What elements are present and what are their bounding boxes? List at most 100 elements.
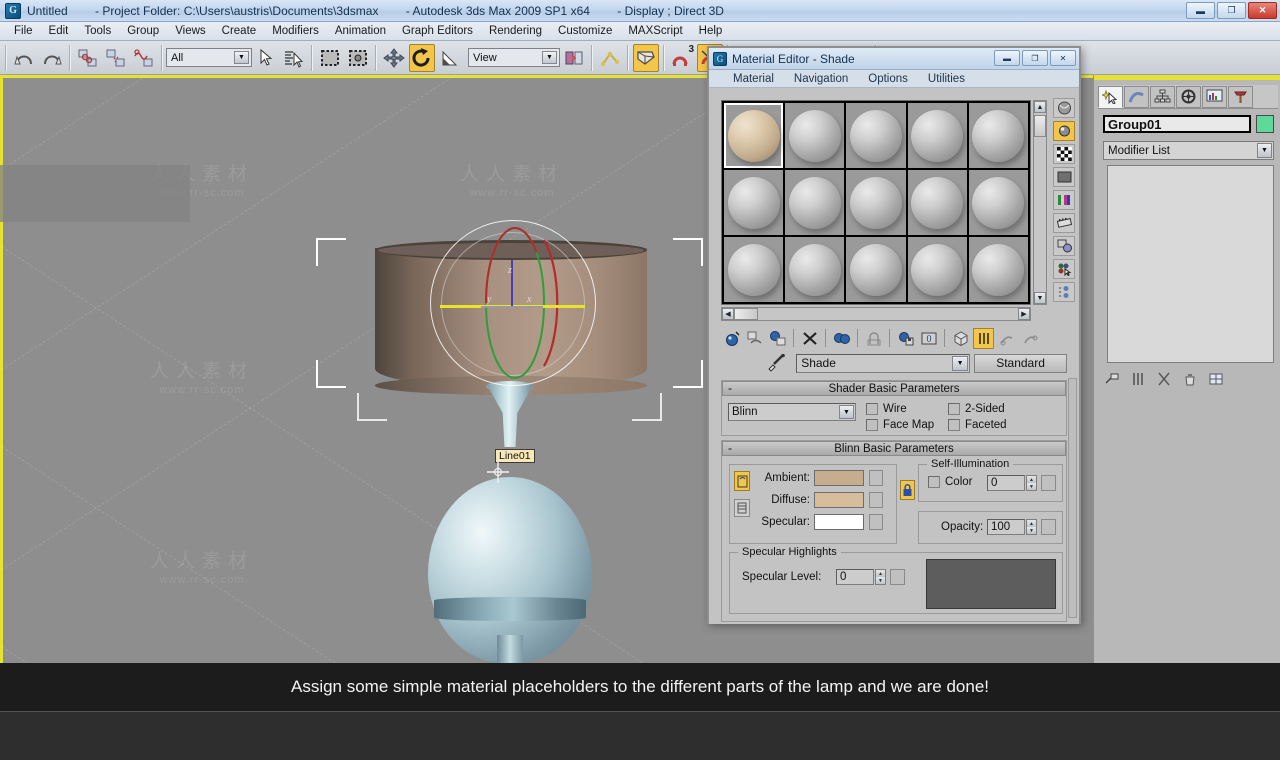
make-material-copy-icon[interactable] <box>831 328 852 349</box>
opacity-map-button[interactable] <box>1041 519 1056 535</box>
wire-checkbox[interactable] <box>866 403 878 415</box>
specular-level-spinner[interactable]: ▲ ▼ <box>875 569 886 585</box>
sample-type-icon[interactable] <box>1053 98 1075 118</box>
material-slot-5[interactable] <box>968 103 1028 168</box>
opacity-value-field[interactable]: 100 <box>987 519 1025 535</box>
rectangular-selection-region-icon[interactable] <box>317 44 343 72</box>
scroll-right-button[interactable]: ▶ <box>1018 308 1030 320</box>
me-menu-options[interactable]: Options <box>858 73 918 85</box>
pick-material-from-object-icon[interactable] <box>721 354 792 372</box>
lamp-stem-mesh[interactable] <box>497 635 523 663</box>
material-slot-1[interactable] <box>724 103 784 168</box>
object-color-swatch[interactable] <box>1256 115 1274 133</box>
self-illum-map-button[interactable] <box>1041 475 1056 491</box>
menu-item-edit[interactable]: Edit <box>41 24 77 38</box>
self-illum-color-checkbox-row[interactable]: Color <box>928 476 972 488</box>
snaps-toggle-icon[interactable] <box>633 43 659 72</box>
sample-uv-tiling-icon[interactable] <box>1053 167 1075 187</box>
specular-level-map-button[interactable] <box>890 569 905 585</box>
material-editor-minimize-button[interactable]: ▬ <box>994 50 1020 66</box>
go-forward-to-sibling-icon[interactable] <box>1019 328 1040 349</box>
material-slot-14[interactable] <box>907 237 967 302</box>
sidebar-item-utilities[interactable] <box>1228 85 1253 108</box>
chevron-down-icon[interactable]: ▼ <box>542 51 557 64</box>
face-map-checkbox-row[interactable]: Face Map <box>866 419 942 431</box>
self-illum-color-checkbox[interactable] <box>928 476 940 488</box>
get-material-icon[interactable] <box>721 328 742 349</box>
self-illum-value-field[interactable]: 0 <box>987 475 1025 491</box>
sidebar-item-display[interactable] <box>1202 85 1227 108</box>
material-map-navigator-icon[interactable] <box>1053 282 1075 302</box>
bind-to-space-warp-icon[interactable] <box>131 44 157 72</box>
backlight-icon[interactable] <box>1053 121 1075 141</box>
wire-checkbox-row[interactable]: Wire <box>866 403 942 415</box>
two-sided-checkbox[interactable] <box>948 403 960 415</box>
menu-item-graph-editors[interactable]: Graph Editors <box>394 24 481 38</box>
select-and-scale-icon[interactable] <box>437 44 463 72</box>
material-slot-12[interactable] <box>785 237 845 302</box>
diffuse-specular-lock-button[interactable] <box>734 499 750 517</box>
sidebar-item-modify[interactable] <box>1124 85 1149 108</box>
select-and-manipulate-icon[interactable] <box>597 44 623 72</box>
redo-icon[interactable] <box>39 44 65 72</box>
chevron-down-icon[interactable]: ▼ <box>952 355 969 371</box>
material-slot-13[interactable] <box>846 237 906 302</box>
make-unique-icon[interactable] <box>1155 370 1173 388</box>
me-menu-material[interactable]: Material <box>723 73 784 85</box>
put-material-to-scene-icon[interactable] <box>744 328 765 349</box>
menu-item-animation[interactable]: Animation <box>327 24 394 38</box>
select-by-name-icon[interactable] <box>281 44 307 72</box>
material-slot-11[interactable] <box>724 237 784 302</box>
me-menu-navigation[interactable]: Navigation <box>784 73 858 85</box>
show-end-result-icon[interactable] <box>973 327 994 349</box>
show-end-result-icon[interactable] <box>1129 370 1147 388</box>
sample-slots-horizontal-scrollbar[interactable]: ◀ ▶ <box>721 307 1031 321</box>
reset-map-material-icon[interactable] <box>799 328 820 349</box>
me-menu-utilities[interactable]: Utilities <box>918 73 975 85</box>
diffuse-map-button[interactable] <box>869 492 883 508</box>
menu-item-maxscript[interactable]: MAXScript <box>620 24 690 38</box>
specular-level-field[interactable]: 0 <box>836 569 874 585</box>
material-effects-channel-icon[interactable]: 0 <box>918 328 939 349</box>
options-icon[interactable] <box>1053 236 1075 256</box>
specular-color-swatch[interactable] <box>814 514 864 530</box>
sample-slots-vertical-scrollbar[interactable]: ▲ ▼ <box>1033 100 1047 305</box>
select-object-icon[interactable] <box>253 44 279 72</box>
ambient-map-button[interactable] <box>869 470 883 486</box>
ambient-diffuse-lock-button[interactable] <box>734 471 750 491</box>
angle-snap-toggle-icon[interactable]: 3 <box>669 44 695 72</box>
modifier-stack-list[interactable] <box>1107 165 1274 363</box>
material-slot-10[interactable] <box>968 170 1028 235</box>
chevron-down-icon[interactable]: ▼ <box>1257 143 1272 158</box>
chevron-down-icon[interactable]: ▼ <box>234 51 249 64</box>
self-illum-spinner[interactable]: ▲ ▼ <box>1026 475 1037 491</box>
pin-stack-icon[interactable] <box>1103 370 1121 388</box>
material-slot-4[interactable] <box>907 103 967 168</box>
use-pivot-point-center-icon[interactable] <box>561 44 587 72</box>
make-preview-icon[interactable] <box>1053 213 1075 233</box>
rollout-collapse-icon[interactable]: - <box>728 441 732 455</box>
menu-item-customize[interactable]: Customize <box>550 24 620 38</box>
reference-coordinate-system-combo[interactable]: View ▼ <box>468 48 560 67</box>
sidebar-item-create[interactable] <box>1098 85 1123 108</box>
scroll-left-button[interactable]: ◀ <box>722 308 734 320</box>
unlink-selection-icon[interactable] <box>103 44 129 72</box>
material-editor-window[interactable]: G Material Editor - Shade ▬ ❐ ✕ Material… <box>707 46 1081 624</box>
material-slot-6[interactable] <box>724 170 784 235</box>
put-to-library-icon[interactable] <box>895 328 916 349</box>
shader-type-dropdown[interactable]: Blinn ▼ <box>728 403 856 421</box>
select-by-material-icon[interactable] <box>1053 259 1075 279</box>
make-unique-icon[interactable] <box>863 328 884 349</box>
material-editor-restore-button[interactable]: ❐ <box>1022 50 1048 66</box>
window-close-button[interactable]: ✕ <box>1248 2 1277 19</box>
faceted-checkbox[interactable] <box>948 419 960 431</box>
select-and-rotate-icon[interactable] <box>409 43 435 72</box>
menu-item-modifiers[interactable]: Modifiers <box>264 24 327 38</box>
material-slot-8[interactable] <box>846 170 906 235</box>
face-map-checkbox[interactable] <box>866 419 878 431</box>
sidebar-item-hierarchy[interactable] <box>1150 85 1175 108</box>
window-crossing-icon[interactable] <box>345 44 371 72</box>
lamp-neck-mesh[interactable] <box>487 385 533 447</box>
menu-item-file[interactable]: File <box>6 24 41 38</box>
background-checker-icon[interactable] <box>1053 144 1075 164</box>
